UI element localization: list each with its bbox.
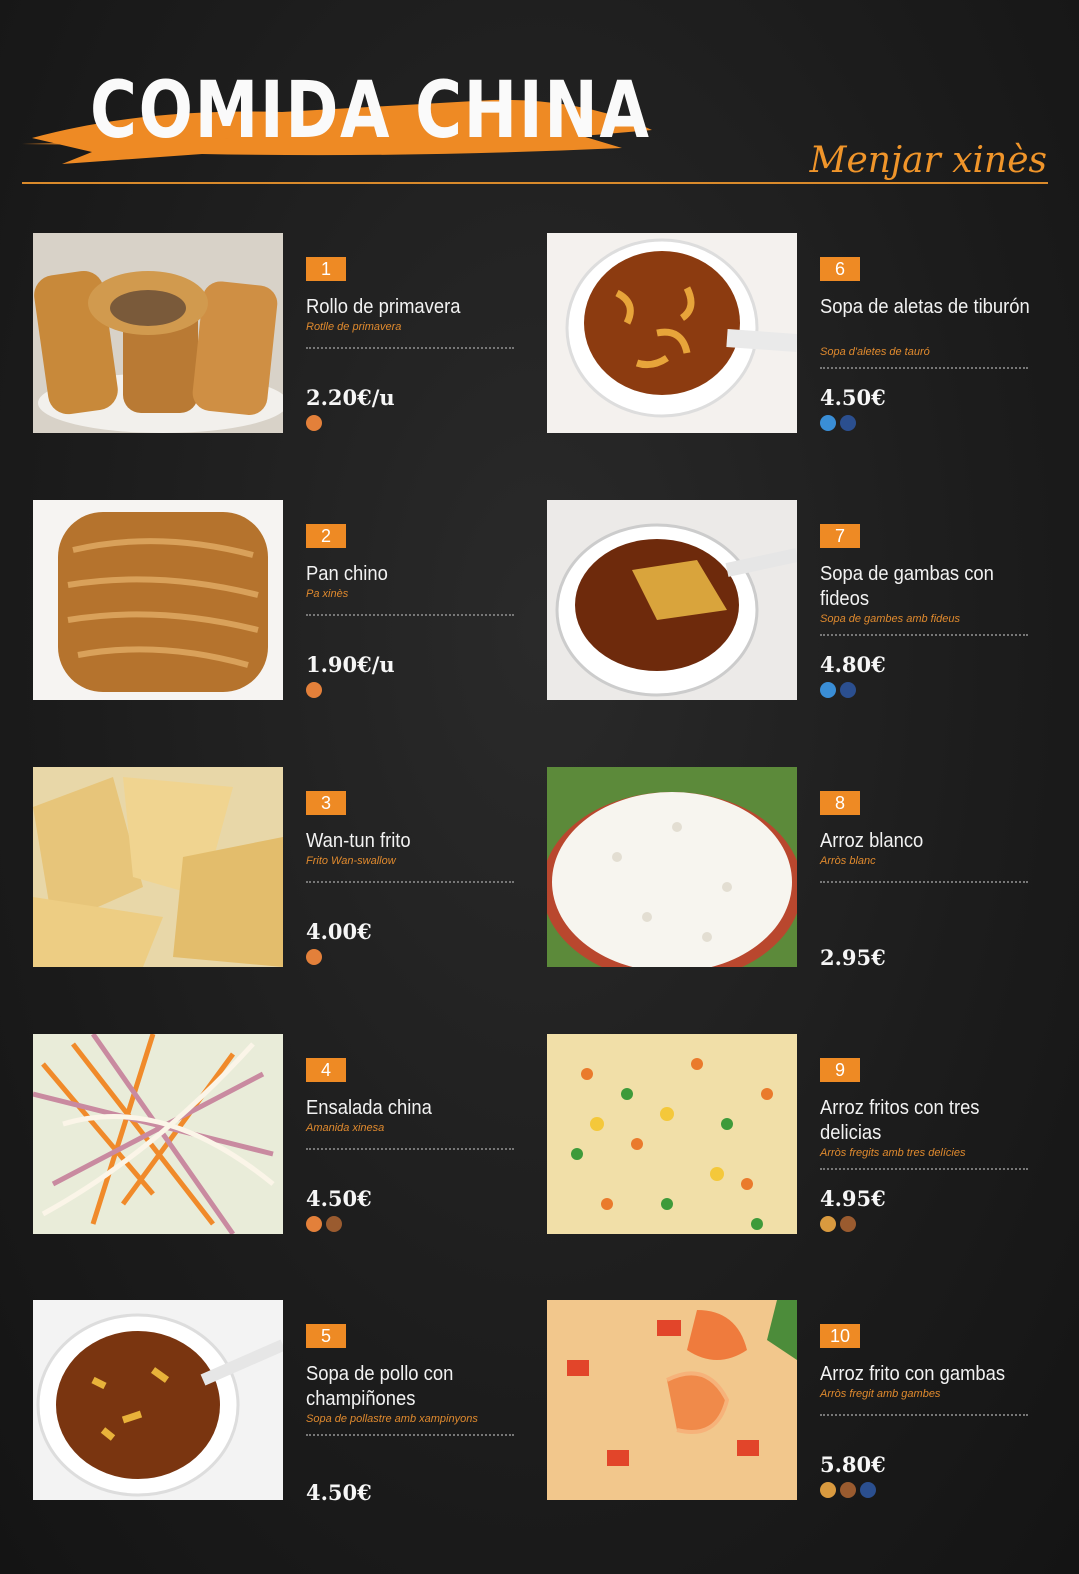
menu-item: 6 Sopa de aletas de tiburón Sopa d'alete… (547, 233, 1052, 433)
gluten-icon (306, 949, 322, 965)
chinese-salad-photo (33, 1034, 283, 1234)
dotted-divider (306, 347, 514, 349)
gluten-icon (306, 415, 322, 431)
item-translation: Sopa de pollastre amb xampinyons (306, 1413, 478, 1425)
fish-icon (860, 1482, 876, 1498)
item-price: 4.50€ (820, 385, 886, 410)
dotted-divider (820, 367, 1028, 369)
allergen-icons (306, 1216, 342, 1232)
dotted-divider (820, 634, 1028, 636)
item-number-badge: 10 (820, 1324, 860, 1348)
item-number-badge: 8 (820, 791, 860, 815)
shrimp-noodle-soup-photo (547, 500, 797, 700)
fish-icon (840, 682, 856, 698)
item-price: 4.80€ (820, 652, 886, 677)
item-number-badge: 3 (306, 791, 346, 815)
menu-item: 8 Arroz blanco Arròs blanc 2.95€ (547, 767, 1052, 970)
three-delights-rice-photo (547, 1034, 797, 1234)
dotted-divider (820, 1414, 1028, 1416)
item-number-badge: 7 (820, 524, 860, 548)
item-name: Rollo de primavera (306, 296, 461, 318)
menu-item: 7 Sopa de gambas con fideos Sopa de gamb… (547, 500, 1052, 700)
item-name: Wan-tun frito (306, 830, 411, 852)
item-price: 4.95€ (820, 1186, 886, 1211)
item-translation: Arròs blanc (820, 855, 876, 867)
egg-icon (840, 1216, 856, 1232)
item-number-badge: 4 (306, 1058, 346, 1082)
item-number-badge: 2 (306, 524, 346, 548)
item-translation: Arròs fregits amb tres delícies (820, 1147, 966, 1159)
gluten-icon (306, 682, 322, 698)
fish-icon (840, 415, 856, 431)
item-name: Arroz frito con gambas (820, 1363, 1006, 1385)
shrimp-fried-rice-photo (547, 1300, 797, 1500)
item-translation: Frito Wan-swallow (306, 855, 396, 867)
item-price: 2.95€ (820, 945, 886, 970)
item-price: 4.00€ (306, 919, 372, 944)
dotted-divider (306, 881, 514, 883)
dotted-divider (306, 1434, 514, 1436)
item-number-badge: 1 (306, 257, 346, 281)
header-divider (22, 182, 1048, 184)
menu-header: COMIDA CHINA Menjar xinès (0, 0, 1079, 200)
dotted-divider (306, 614, 514, 616)
item-name: Sopa de aletas de tiburón (820, 296, 1030, 318)
item-price: 2.20€/u (306, 385, 395, 410)
white-rice-photo (547, 767, 797, 967)
gluten-icon (306, 1216, 322, 1232)
item-name: Ensalada china (306, 1097, 432, 1119)
egg-icon (840, 1482, 856, 1498)
page-subtitle: Menjar xinès (809, 140, 1047, 181)
item-translation: Sopa d'aletes de tauró (820, 346, 930, 358)
item-price: 4.50€ (306, 1480, 372, 1505)
item-translation: Amanida xinesa (306, 1122, 385, 1134)
crustacean-icon (820, 682, 836, 698)
item-number-badge: 5 (306, 1324, 346, 1348)
item-number-badge: 6 (820, 257, 860, 281)
item-number-badge: 9 (820, 1058, 860, 1082)
item-translation: Sopa de gambes amb fideus (820, 613, 961, 625)
item-translation: Pa xinès (306, 588, 349, 600)
page-title: COMIDA CHINA (90, 66, 651, 156)
allergen-icons (820, 1216, 856, 1232)
crustacean-icon (820, 415, 836, 431)
item-name: Pan chino (306, 563, 388, 585)
dairy-icon (820, 1216, 836, 1232)
allergen-icons (306, 415, 322, 431)
dotted-divider (820, 881, 1028, 883)
item-price: 5.80€ (820, 1452, 886, 1477)
allergen-icons (820, 1482, 876, 1498)
item-name: Arroz fritos con tres delicias (820, 1097, 980, 1144)
menu-item: 3 Wan-tun frito Frito Wan-swallow 4.00€ (33, 767, 538, 967)
item-translation: Rotlle de primavera (306, 321, 402, 333)
allergen-icons (306, 949, 322, 965)
menu-item: 4 Ensalada china Amanida xinesa 4.50€ (33, 1034, 538, 1234)
menu-item: 5 Sopa de pollo con champiñones Sopa de … (33, 1300, 538, 1505)
item-price: 4.50€ (306, 1186, 372, 1211)
chicken-soup-photo (33, 1300, 283, 1500)
allergen-icons (306, 682, 322, 698)
menu-item: 1 Rollo de primavera Rotlle de primavera… (33, 233, 538, 433)
chinese-bread-photo (33, 500, 283, 700)
shark-fin-soup-photo (547, 233, 797, 433)
menu-item: 10 Arroz frito con gambas Arròs fregit a… (547, 1300, 1052, 1500)
egg-icon (326, 1216, 342, 1232)
dairy-icon (820, 1482, 836, 1498)
fried-wonton-photo (33, 767, 283, 967)
item-translation: Arròs fregit amb gambes (820, 1388, 941, 1400)
dotted-divider (820, 1168, 1028, 1170)
allergen-icons (820, 415, 856, 431)
dotted-divider (306, 1148, 514, 1150)
item-name: Sopa de gambas con fideos (820, 563, 994, 610)
allergen-icons (820, 682, 856, 698)
item-name: Sopa de pollo con champiñones (306, 1363, 454, 1410)
item-price: 1.90€/u (306, 652, 395, 677)
menu-item: 9 Arroz fritos con tres delicias Arròs f… (547, 1034, 1052, 1234)
menu-item: 2 Pan chino Pa xinès 1.90€/u (33, 500, 538, 700)
spring-roll-photo (33, 233, 283, 433)
item-name: Arroz blanco (820, 830, 924, 852)
